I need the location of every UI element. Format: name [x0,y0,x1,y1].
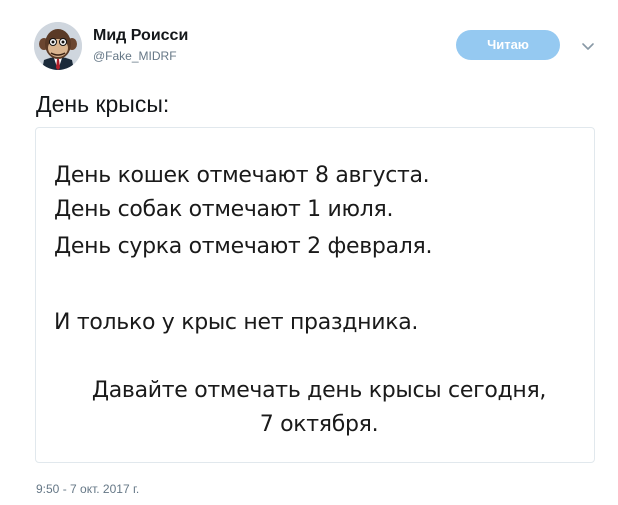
tweet-author[interactable]: Мид Роисси @Fake_MIDRF [93,26,188,64]
tweet-text: День крысы: [36,91,170,117]
image-text-line: 7 октября. [259,412,379,437]
tweet: Мид Роисси @Fake_MIDRF Читаю День крысы:… [0,0,618,505]
author-name[interactable]: Мид Роисси [93,26,188,46]
image-text-line: День сурка отмечают 2 февраля. [54,234,433,259]
image-text-line: День собак отмечают 1 июля. [54,197,394,222]
tweet-image[interactable]: День кошек отмечают 8 августа. День соба… [35,127,595,463]
author-handle[interactable]: @Fake_MIDRF [93,48,188,64]
tweet-menu-button[interactable] [578,36,598,56]
cartoon-chimp-avatar-icon [34,22,82,70]
avatar[interactable] [34,22,82,70]
chevron-down-icon [582,43,594,50]
image-text-line: День кошек отмечают 8 августа. [54,163,430,188]
tweet-timestamp[interactable]: 9:50 - 7 окт. 2017 г. [36,481,139,497]
image-text-line: Давайте отмечать день крысы сегодня, [91,378,547,403]
follow-button[interactable]: Читаю [456,30,560,60]
image-text-line: И только у крыс нет праздника. [54,310,419,335]
